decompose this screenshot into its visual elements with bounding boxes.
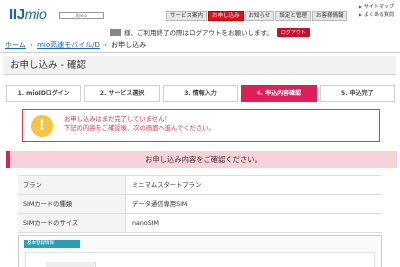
nav-tab-news[interactable]: お知らせ <box>244 11 275 21</box>
nav-tab-customer[interactable]: お客様情報 <box>311 11 348 21</box>
breadcrumb-separator: › <box>30 41 33 49</box>
nav-tab-settings[interactable]: 設定と管理 <box>275 11 311 21</box>
side-links: サイトマップ よくある質問 <box>359 3 394 19</box>
section-row-label <box>46 262 96 267</box>
nav-tab-service[interactable]: サービス案内 <box>166 11 208 21</box>
confirm-banner: お申し込み内容をご確認ください。 <box>6 151 397 168</box>
row-label: SIMカードのサイズ <box>18 214 126 232</box>
sitemap-link[interactable]: サイトマップ <box>359 3 394 11</box>
breadcrumb-mio-mobile[interactable]: mio高速モバイル/D <box>37 41 100 49</box>
step-info-input: 3. 情報入力 <box>162 85 239 102</box>
table-row: SIMカードのサイズ nanoSIM <box>18 214 382 233</box>
warning-alert: ! お申し込みはまだ完了していません！ 下記の内容をご確認後、次の画面へ進んでく… <box>22 109 380 142</box>
table-row: SIMカードの種類 データ通信専用SIM <box>18 195 382 214</box>
step-confirm: 4. 申込内容確認 <box>241 85 317 102</box>
faq-link[interactable]: よくある質問 <box>359 11 394 19</box>
breadcrumb-separator: › <box>104 41 107 49</box>
nav-tab-apply[interactable]: お申し込み <box>208 11 244 21</box>
notice-text: 様、ご利用終了の際はログアウトをお願いします。 <box>124 29 273 37</box>
table-row: プラン ミニマムスタートプラン <box>18 176 382 195</box>
exclamation-icon: ! <box>31 115 53 137</box>
alert-message: お申し込みはまだ完了していません！ 下記の内容をご確認後、次の画面へ進んでくださ… <box>64 115 215 133</box>
breadcrumb-home[interactable]: ホーム <box>5 41 26 49</box>
main-nav: サービス案内 お申し込み お知らせ 設定と管理 お客様情報 <box>166 11 348 21</box>
alert-line-1: お申し込みはまだ完了していません！ <box>64 116 171 123</box>
alert-line-2: 下記の内容をご確認後、次の画面へ進んでください。 <box>64 125 215 132</box>
user-notice: 様、ご利用終了の際はログアウトをお願いします。 ログアウト <box>110 27 310 37</box>
row-label: プラン <box>18 176 126 194</box>
breadcrumb-divider <box>0 52 400 53</box>
section-heading: 基本登録情報 <box>24 240 80 248</box>
row-value: ミニマムスタートプラン <box>132 182 202 189</box>
row-value: nanoSIM <box>132 220 159 227</box>
step-login: 1. mioIDログイン <box>6 85 82 102</box>
progress-steps: 1. mioIDログイン 2. サービス選択 3. 情報入力 4. 申込内容確認… <box>6 85 396 102</box>
logo-subtitle: IIJmio <box>59 12 104 19</box>
breadcrumb-current: お申し込み <box>111 41 147 49</box>
step-complete: 5. 申込完了 <box>319 85 396 102</box>
logout-button[interactable]: ログアウト <box>276 27 310 37</box>
iijmio-logo[interactable]: IIJmio <box>9 6 47 23</box>
row-value: データ通信専用SIM <box>132 201 188 208</box>
basic-info-section: 基本登録情報 <box>18 235 382 267</box>
order-details-table: プラン ミニマムスタートプラン SIMカードの種類 データ通信専用SIM SIM… <box>18 175 382 233</box>
site-header: IIJmio IIJmio サービス案内 お申し込み お知らせ 設定と管理 お客… <box>0 0 400 38</box>
section-content <box>25 252 375 267</box>
page-title: お申し込み - 確認 <box>3 56 396 75</box>
breadcrumb: ホーム › mio高速モバイル/D › お申し込み <box>5 40 146 50</box>
step-service-select: 2. サービス選択 <box>84 85 160 102</box>
row-label: SIMカードの種類 <box>18 195 126 213</box>
user-name-redacted <box>110 28 121 36</box>
